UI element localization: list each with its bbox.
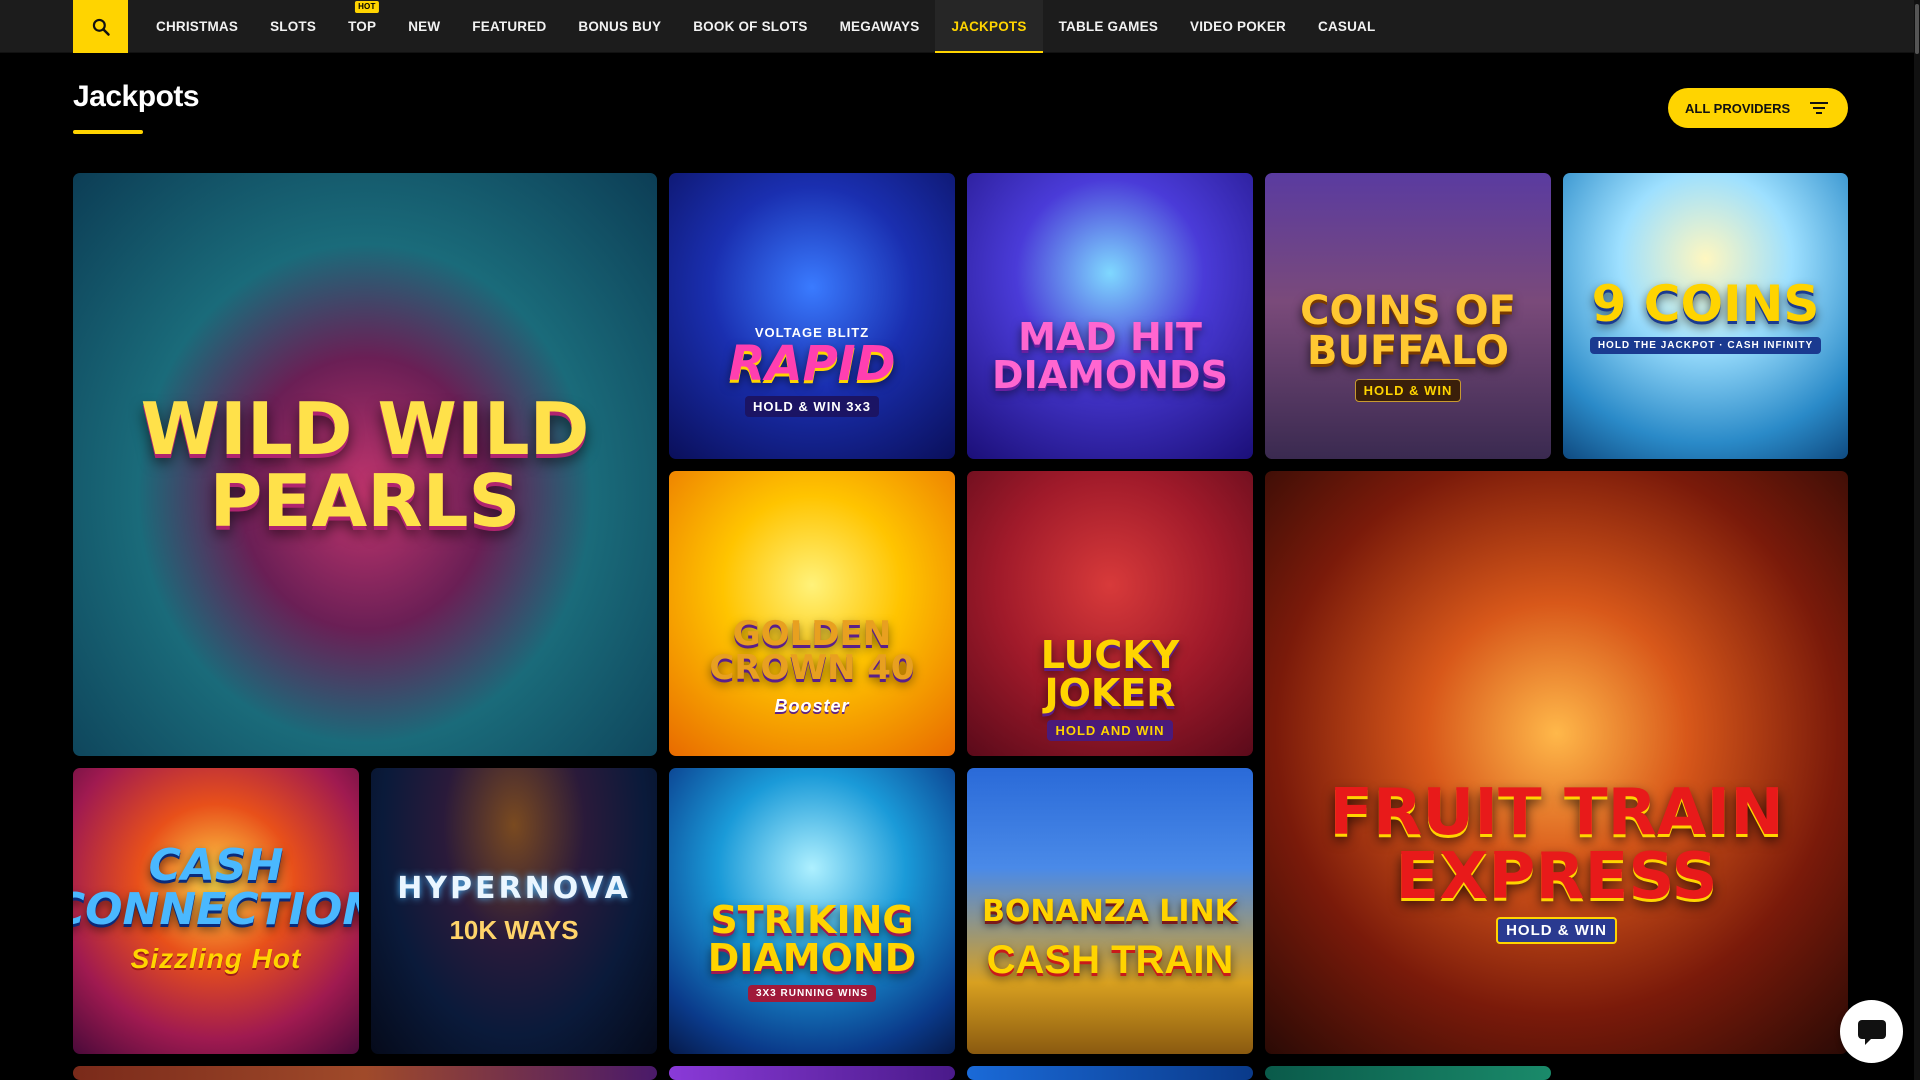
game-tile-mad-hit-diamonds[interactable]: Mad Hit Diamonds bbox=[967, 173, 1253, 459]
game-title: Lucky Joker bbox=[1040, 633, 1180, 715]
tab-jackpots[interactable]: JACKPOTS bbox=[935, 0, 1043, 53]
tab-slots[interactable]: SLOTS bbox=[254, 0, 332, 53]
top-navigation: CHRISTMAS SLOTS HOT TOP NEW FEATURED BON… bbox=[0, 0, 1920, 53]
game-tile-striking-diamond[interactable]: Striking Diamond 3X3 RUNNING WINS bbox=[669, 768, 955, 1054]
tab-top[interactable]: HOT TOP bbox=[332, 0, 392, 53]
tab-book-of-slots[interactable]: BOOK OF SLOTS bbox=[677, 0, 823, 53]
game-tile-hypernova[interactable]: Hypernova 10K WAYS bbox=[371, 768, 657, 1054]
game-tile-partial[interactable] bbox=[669, 1066, 955, 1080]
game-tile-golden-crown-40[interactable]: Golden Crown 40 Booster bbox=[669, 471, 955, 756]
chat-button[interactable] bbox=[1840, 1000, 1903, 1063]
providers-label: ALL PROVIDERS bbox=[1685, 100, 1791, 116]
game-tile-partial[interactable] bbox=[967, 1066, 1253, 1080]
title-underline bbox=[73, 130, 143, 134]
game-tile-partial[interactable] bbox=[73, 1066, 657, 1080]
chat-icon bbox=[1857, 1019, 1886, 1045]
page-title: Jackpots bbox=[73, 80, 200, 113]
game-tile-cash-connection[interactable]: Cash Connection Sizzling Hot bbox=[73, 768, 359, 1054]
tab-video-poker[interactable]: VIDEO POKER bbox=[1174, 0, 1302, 53]
game-subtitle: 10K WAYS bbox=[449, 914, 579, 945]
game-tile-fruit-train-express[interactable]: Fruit Train Express HOLD & WIN bbox=[1265, 471, 1848, 1054]
game-subtitle: Sizzling Hot bbox=[130, 943, 302, 974]
game-title: Cash Connection bbox=[73, 840, 359, 935]
all-providers-button[interactable]: ALL PROVIDERS bbox=[1668, 88, 1848, 128]
scrollbar-thumb[interactable] bbox=[1915, 4, 1919, 54]
game-title: Fruit Train Express bbox=[1329, 776, 1784, 914]
tab-bonus-buy[interactable]: BONUS BUY bbox=[562, 0, 677, 53]
game-subtitle: HOLD THE JACKPOT · CASH INFINITY bbox=[1589, 336, 1822, 354]
game-subtitle: HOLD AND WIN bbox=[1047, 720, 1173, 741]
game-tile-coins-of-buffalo[interactable]: Coins of Buffalo HOLD & WIN bbox=[1265, 173, 1551, 459]
game-title: Bonanza Link bbox=[982, 893, 1238, 929]
tab-new[interactable]: NEW bbox=[392, 0, 456, 53]
game-subtitle: Booster bbox=[774, 696, 850, 716]
game-tile-bonanza-link[interactable]: Bonanza Link CASH TRAIN bbox=[967, 768, 1253, 1054]
game-title: Striking Diamond bbox=[707, 897, 917, 980]
game-subtitle: HOLD & WIN 3x3 bbox=[744, 396, 879, 417]
tab-casual[interactable]: CASUAL bbox=[1302, 0, 1391, 53]
game-tile-wild-wild-pearls[interactable]: Wild Wild Pearls bbox=[73, 173, 657, 756]
game-title: Wild Wild Pearls bbox=[140, 386, 590, 543]
search-icon bbox=[92, 18, 110, 36]
game-subtitle: 3X3 RUNNING WINS bbox=[747, 984, 877, 1002]
category-tabs: CHRISTMAS SLOTS HOT TOP NEW FEATURED BON… bbox=[140, 0, 1391, 53]
tab-christmas[interactable]: CHRISTMAS bbox=[140, 0, 254, 53]
game-subtitle: CASH TRAIN bbox=[986, 937, 1234, 982]
game-subtitle: HOLD & WIN bbox=[1496, 917, 1617, 944]
game-tile-9-coins[interactable]: 9 Coins HOLD THE JACKPOT · CASH INFINITY bbox=[1563, 173, 1848, 459]
game-tile-rapid[interactable]: VOLTAGE BLITZ Rapid HOLD & WIN 3x3 bbox=[669, 173, 955, 459]
game-title: 9 Coins bbox=[1591, 274, 1820, 333]
game-title: Coins of Buffalo bbox=[1300, 287, 1516, 374]
tab-megaways[interactable]: MEGAWAYS bbox=[824, 0, 936, 53]
hot-badge: HOT bbox=[355, 1, 379, 13]
game-title: Mad Hit Diamonds bbox=[992, 315, 1228, 397]
game-subtitle: HOLD & WIN bbox=[1354, 378, 1462, 402]
tab-table-games[interactable]: TABLE GAMES bbox=[1043, 0, 1174, 53]
page-scrollbar[interactable] bbox=[1914, 0, 1920, 1080]
game-title: Rapid bbox=[728, 336, 896, 392]
filter-icon bbox=[1810, 102, 1828, 114]
game-title: Hypernova bbox=[397, 870, 631, 906]
search-button[interactable] bbox=[73, 0, 128, 53]
tab-featured[interactable]: FEATURED bbox=[456, 0, 562, 53]
game-title: Golden Crown 40 bbox=[709, 614, 915, 688]
game-tile-partial[interactable] bbox=[1265, 1066, 1551, 1080]
game-tile-lucky-joker[interactable]: Lucky Joker HOLD AND WIN bbox=[967, 471, 1253, 756]
